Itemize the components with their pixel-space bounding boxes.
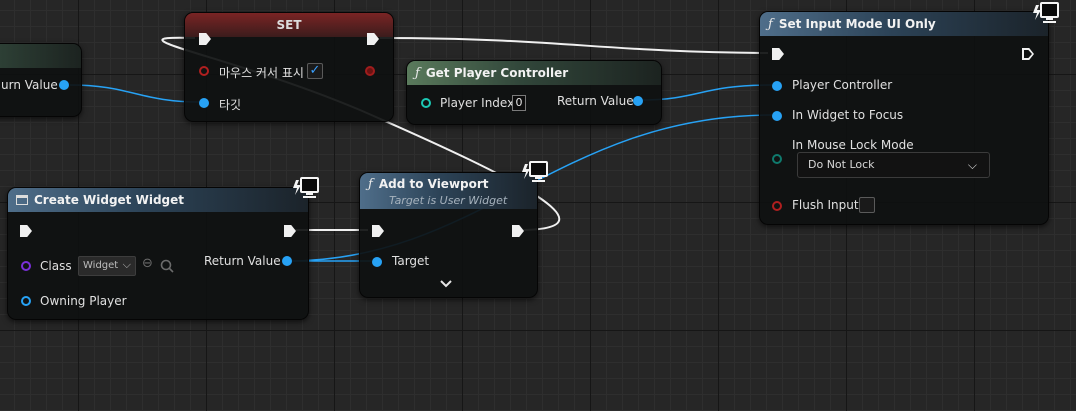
- player-controller-pin[interactable]: [772, 81, 782, 91]
- create-widget-return-label: Return Value: [204, 254, 281, 268]
- function-icon: ƒ: [415, 65, 420, 81]
- return-node-stub[interactable]: urn Value: [0, 43, 82, 117]
- get-player-controller-title: Get Player Controller: [425, 66, 569, 80]
- owning-player-label: Owning Player: [40, 294, 127, 308]
- class-select[interactable]: Widget ⌵: [78, 256, 136, 276]
- function-icon: ƒ: [368, 177, 373, 192]
- class-pin[interactable]: [21, 261, 31, 271]
- create-widget-exec-in-pin[interactable]: [20, 225, 32, 237]
- flush-input-checkbox[interactable]: [859, 197, 875, 213]
- widget-icon: [16, 195, 28, 205]
- exec-wire-set-to-input-mode: [379, 37, 769, 54]
- player-controller-return-pin[interactable]: [633, 96, 643, 106]
- class-select-value: Widget: [83, 260, 119, 271]
- viewport-target-label: Target: [392, 254, 430, 268]
- viewport-exec-in-pin[interactable]: [372, 225, 384, 237]
- chevron-down-icon[interactable]: [440, 277, 452, 292]
- return-value-pin[interactable]: [59, 80, 69, 90]
- player-index-label: Player Index: [440, 96, 515, 110]
- input-mode-exec-out-pin[interactable]: [1022, 48, 1034, 60]
- mouse-cursor-pin[interactable]: [199, 66, 209, 76]
- monitor-icon: [1033, 2, 1059, 23]
- set-input-mode-header: ƒ Set Input Mode UI Only: [760, 12, 1048, 36]
- widget-focus-pin[interactable]: [772, 111, 782, 121]
- add-to-viewport-node[interactable]: ƒ Add to Viewport Target is User Widget …: [359, 172, 538, 298]
- mouse-lock-mode-pin[interactable]: [772, 154, 782, 164]
- function-icon: ƒ: [768, 16, 773, 32]
- mouse-lock-mode-label: In Mouse Lock Mode: [792, 138, 914, 152]
- mouse-cursor-checkbox[interactable]: ✓: [307, 63, 323, 79]
- chevron-down-icon: ⌵: [967, 158, 977, 172]
- browse-back-icon[interactable]: ⊖: [142, 256, 153, 271]
- set-target-pin[interactable]: [199, 98, 209, 108]
- class-label: Class: [40, 259, 72, 273]
- set-node[interactable]: SET 마우스 커서 표시 ✓ 타깃: [184, 12, 394, 122]
- player-index-pin[interactable]: [421, 98, 431, 108]
- get-player-controller-header: ƒ Get Player Controller: [407, 61, 661, 85]
- monitor-icon: [293, 177, 319, 198]
- set-target-label: 타깃: [219, 98, 242, 112]
- add-to-viewport-title: Add to Viewport: [378, 177, 489, 191]
- search-icon[interactable]: [160, 259, 174, 273]
- owning-player-pin[interactable]: [21, 296, 31, 306]
- mouse-cursor-out-pin[interactable]: [365, 66, 375, 76]
- get-player-controller-node[interactable]: ƒ Get Player Controller Player Index 0 R…: [406, 60, 662, 125]
- set-node-title: SET: [276, 18, 302, 32]
- input-mode-exec-in-pin[interactable]: [772, 48, 784, 60]
- set-node-header: SET: [185, 13, 393, 37]
- add-to-viewport-subtitle: Target is User Widget: [389, 194, 508, 207]
- set-input-mode-node[interactable]: ƒ Set Input Mode UI Only Player Controll…: [759, 11, 1049, 225]
- create-widget-return-pin[interactable]: [282, 256, 292, 266]
- return-node-header: [0, 44, 81, 68]
- monitor-icon: [522, 161, 548, 182]
- create-widget-header: Create Widget Widget: [8, 188, 308, 212]
- player-index-input[interactable]: 0: [512, 95, 526, 111]
- flush-input-label: Flush Input: [792, 198, 859, 212]
- create-widget-node[interactable]: Create Widget Widget Class Widget ⌵ ⊖ Re…: [7, 187, 309, 320]
- create-widget-title: Create Widget Widget: [34, 193, 184, 207]
- data-wire-return-to-target: [69, 84, 201, 103]
- player-controller-label: Player Controller: [792, 78, 893, 92]
- chevron-down-icon: ⌵: [122, 258, 131, 271]
- viewport-exec-out-pin[interactable]: [512, 225, 524, 237]
- mouse-lock-mode-dropdown[interactable]: Do Not Lock ⌵: [797, 152, 990, 178]
- widget-focus-label: In Widget to Focus: [792, 108, 904, 122]
- player-controller-return-label: Return Value: [557, 94, 634, 108]
- mouse-cursor-label: 마우스 커서 표시: [219, 66, 304, 80]
- flush-input-pin[interactable]: [772, 201, 782, 211]
- viewport-target-pin[interactable]: [372, 257, 382, 267]
- create-widget-exec-out-pin[interactable]: [284, 225, 296, 237]
- set-input-mode-title: Set Input Mode UI Only: [778, 17, 936, 31]
- mouse-lock-mode-value: Do Not Lock: [808, 158, 875, 171]
- return-value-label: urn Value: [1, 78, 58, 92]
